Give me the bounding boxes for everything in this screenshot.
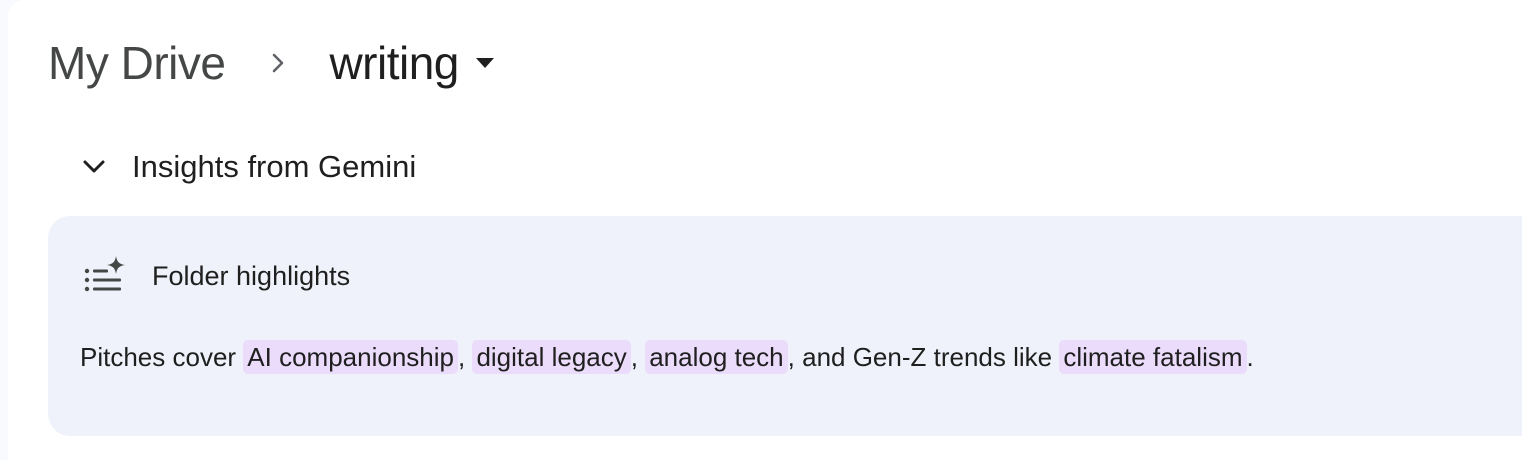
summary-text: . [1246, 342, 1254, 372]
chevron-down-icon [72, 145, 116, 189]
drive-main-surface: My Drive writing Insights from Gemini Fo… [8, 0, 1522, 460]
folder-highlights-header: Folder highlights [82, 252, 350, 300]
insights-toggle[interactable]: Insights from Gemini [72, 138, 416, 196]
sparkle-list-icon [82, 253, 128, 299]
folder-highlights-title: Folder highlights [152, 261, 351, 291]
folder-highlights-card: Folder highlights Pitches cover AI compa… [48, 216, 1522, 436]
topic-chip[interactable]: analog tech [645, 340, 788, 374]
breadcrumb-current-folder: writing [329, 37, 459, 89]
topic-chip[interactable]: AI companionship [243, 340, 458, 374]
summary-text: , and Gen-Z trends like [787, 342, 1060, 372]
topic-chip[interactable]: digital legacy [472, 340, 631, 374]
chevron-right-icon [267, 52, 289, 74]
breadcrumb-current-folder-button[interactable]: writing [329, 30, 494, 96]
summary-text: , [630, 342, 646, 372]
folder-highlights-summary: Pitches cover AI companionship, digital … [80, 336, 1254, 378]
insights-label: Insights from Gemini [132, 149, 417, 184]
caret-down-icon [475, 57, 495, 69]
breadcrumb-my-drive[interactable]: My Drive [48, 30, 226, 96]
summary-text: Pitches cover [80, 342, 244, 372]
summary-text: , [457, 342, 473, 372]
topic-chip[interactable]: climate fatalism [1059, 340, 1247, 374]
breadcrumb: My Drive writing [48, 30, 495, 96]
